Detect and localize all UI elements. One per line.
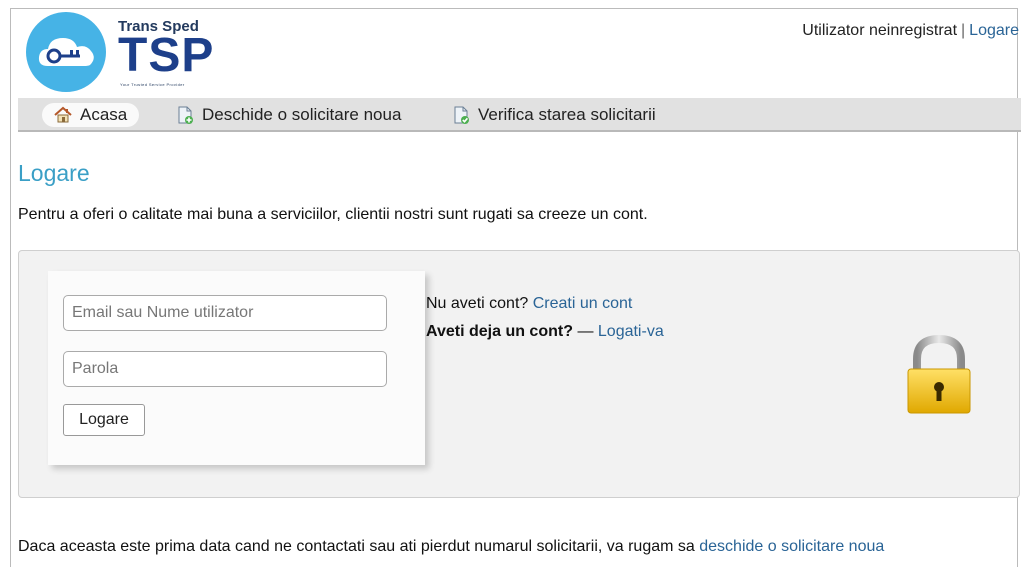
user-status-bar: Utilizator neinregistrat | Logare: [802, 22, 1019, 40]
login-panel: Logare Nu aveti cont? Creati un cont Ave…: [18, 250, 1020, 498]
brand-tagline: Your Trusted Service Provider: [120, 82, 185, 87]
padlock-icon: [907, 335, 971, 414]
have-account-line: Aveti deja un cont? — Logati-va: [426, 323, 664, 351]
user-separator: |: [961, 22, 966, 39]
header-login-link[interactable]: Logare: [969, 22, 1019, 39]
nav-label-home: Acasa: [80, 105, 128, 124]
footer-text: Daca aceasta este prima data cand ne con…: [18, 538, 695, 555]
sign-in-link[interactable]: Logati-va: [598, 323, 664, 340]
no-account-line: Nu aveti cont? Creati un cont: [426, 295, 664, 323]
key-cloud-icon: [38, 38, 94, 66]
open-new-ticket-link[interactable]: deschide o solicitare noua: [699, 538, 884, 555]
brand-abbr: TSP: [118, 29, 215, 82]
new-ticket-icon: [176, 106, 194, 124]
intro-text: Pentru a oferi o calitate mai buna a ser…: [18, 206, 648, 223]
page-title: Logare: [18, 160, 90, 186]
info-dash: —: [577, 323, 594, 340]
login-form: Logare: [48, 271, 425, 465]
footer-note: Daca aceasta este prima data cand ne con…: [18, 538, 884, 556]
user-status-text: Utilizator neinregistrat: [802, 22, 958, 39]
login-button[interactable]: Logare: [63, 404, 145, 436]
password-input[interactable]: [63, 351, 387, 387]
nav-label-check-status: Verifica starea solicitarii: [478, 105, 656, 124]
nav-label-new-ticket: Deschide o solicitare noua: [202, 105, 402, 124]
account-info: Nu aveti cont? Creati un cont Aveti deja…: [426, 295, 664, 351]
home-icon: [54, 106, 72, 124]
main-nav: Acasa Deschide o solicitare noua Verific…: [18, 98, 1021, 132]
nav-item-new-ticket[interactable]: Deschide o solicitare noua: [176, 103, 401, 127]
no-account-text: Nu aveti cont?: [426, 295, 529, 312]
nav-item-home[interactable]: Acasa: [42, 103, 140, 127]
email-input[interactable]: [63, 295, 387, 331]
have-account-text: Aveti deja un cont?: [426, 323, 573, 340]
create-account-link[interactable]: Creati un cont: [533, 295, 633, 312]
check-status-icon: [452, 106, 470, 124]
nav-item-check-status[interactable]: Verifica starea solicitarii: [452, 103, 656, 127]
